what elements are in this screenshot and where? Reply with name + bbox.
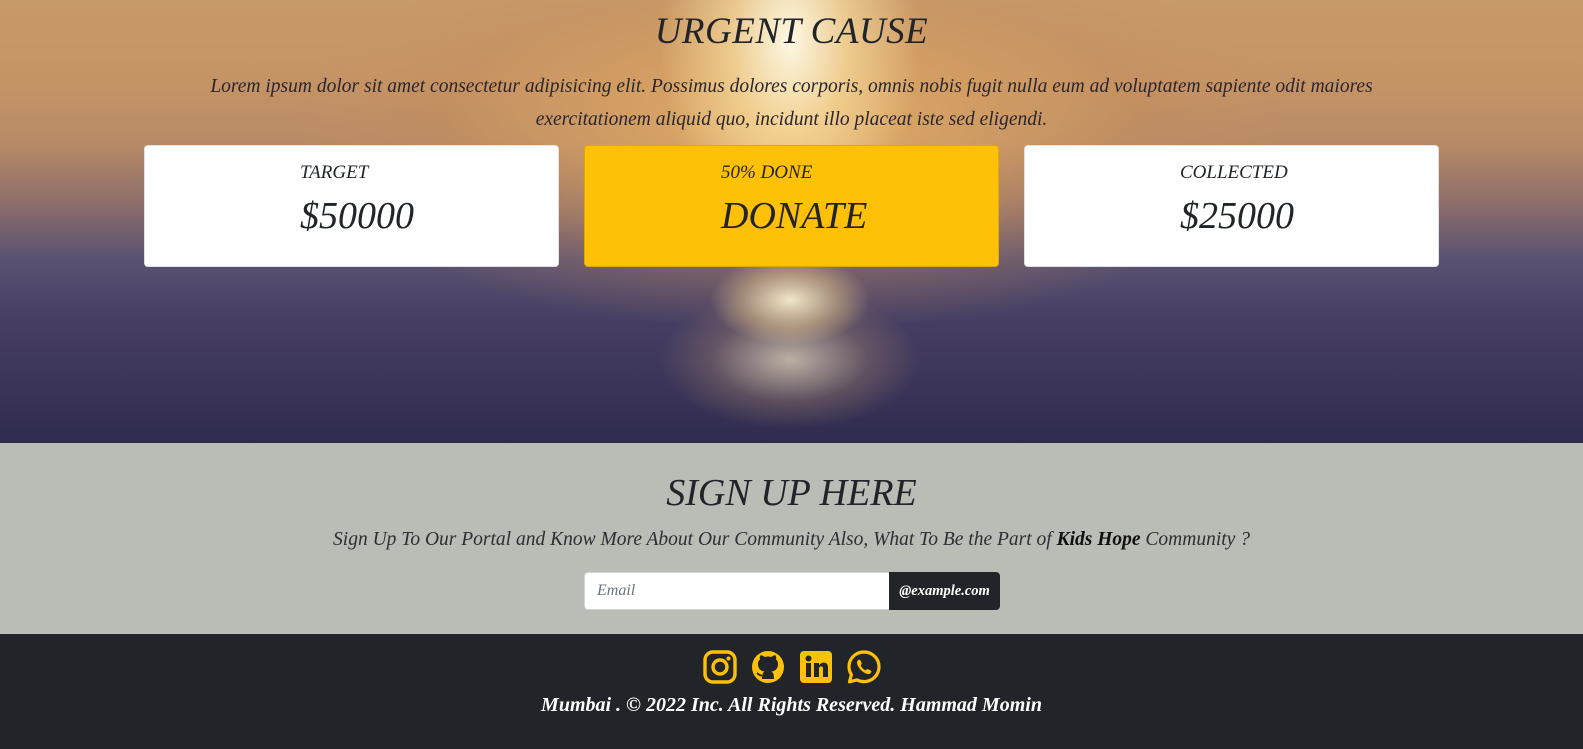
whatsapp-icon[interactable] (846, 649, 882, 685)
signup-title: SIGN UP HERE (666, 472, 917, 514)
signup-description: Sign Up To Our Portal and Know More Abou… (0, 529, 1583, 551)
collected-amount: $25000 (1180, 195, 1294, 237)
target-amount: $50000 (300, 195, 414, 237)
brand-name: Kids Hope (1056, 529, 1141, 550)
urgent-cause-title: URGENT CAUSE (654, 11, 929, 52)
signup-text-before: Sign Up To Our Portal and Know More Abou… (333, 529, 1057, 550)
signup-form: @example.com (584, 572, 1000, 610)
github-icon[interactable] (750, 649, 786, 685)
email-field[interactable] (584, 572, 889, 610)
instagram-icon[interactable] (702, 649, 738, 685)
urgent-cause-section: URGENT CAUSE Lorem ipsum dolor sit amet … (0, 0, 1583, 443)
email-domain-addon[interactable]: @example.com (889, 572, 1000, 610)
target-card: TARGET $50000 (144, 145, 559, 267)
urgent-cause-description: Lorem ipsum dolor sit amet consectetur a… (210, 76, 1373, 130)
signup-section: SIGN UP HERE Sign Up To Our Portal and K… (0, 443, 1583, 634)
collected-card: COLLECTED $25000 (1024, 145, 1439, 267)
donate-button[interactable]: DONATE (721, 194, 867, 238)
signup-text-after: Community ? (1140, 529, 1250, 550)
linkedin-icon[interactable] (798, 649, 834, 685)
donate-card[interactable]: 50% DONE DONATE (584, 145, 999, 267)
footer: Mumbai . © 2022 Inc. All Rights Reserved… (0, 634, 1583, 749)
collected-label: COLLECTED (1180, 162, 1288, 183)
copyright-text: Mumbai . © 2022 Inc. All Rights Reserved… (541, 694, 1042, 716)
target-label: TARGET (300, 162, 369, 183)
social-links (0, 649, 1583, 685)
progress-label: 50% DONE (721, 162, 813, 183)
cause-cards: TARGET $50000 50% DONE DONATE COLLECTED … (144, 145, 1440, 267)
